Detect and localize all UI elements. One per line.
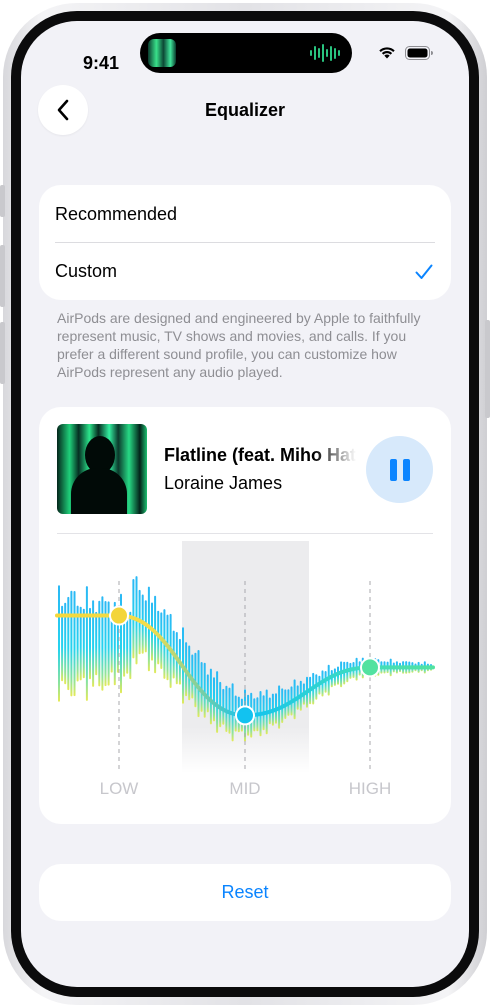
pause-icon xyxy=(387,458,413,481)
spectrum-bar xyxy=(213,677,215,722)
spectrum-bar xyxy=(70,590,73,697)
spectrum-bar xyxy=(110,614,113,673)
waveform-icon xyxy=(310,44,340,62)
album-artwork xyxy=(57,424,147,514)
band-label-mid: MID xyxy=(229,779,261,798)
reset-button[interactable]: Reset xyxy=(39,864,451,921)
spectrum-bar xyxy=(92,600,95,687)
preset-options-card: Recommended Custom xyxy=(39,185,451,300)
divider xyxy=(57,533,433,534)
now-playing-artwork-mini xyxy=(148,39,176,67)
band-label-high: HIGH xyxy=(348,779,392,798)
spectrum-bar xyxy=(85,586,88,701)
option-recommended[interactable]: Recommended xyxy=(39,186,451,243)
screen: 9:41 Equalizer Recommended Custom AirPod… xyxy=(21,21,469,987)
equalizer-description: AirPods are designed and engineered by A… xyxy=(57,310,421,380)
spectrum-bar xyxy=(219,681,222,728)
mid-band-handle[interactable] xyxy=(235,705,255,726)
spectrum-bar xyxy=(216,671,219,733)
spectrum-bar xyxy=(73,591,76,697)
battery-icon xyxy=(405,45,433,60)
track-title: Flatline (feat. Miho Hatori) xyxy=(164,445,356,465)
spectrum-bar xyxy=(209,668,212,725)
low-band-handle[interactable] xyxy=(109,605,129,626)
spectrum-bar xyxy=(82,608,85,679)
spectrum-bar xyxy=(58,585,60,702)
spectrum-bar xyxy=(200,662,203,712)
track-artist: Loraine James xyxy=(164,473,283,493)
side-button xyxy=(485,320,490,418)
spectrum-bar xyxy=(89,607,91,680)
checkmark-icon xyxy=(415,264,433,279)
spectrum-bar xyxy=(222,688,225,725)
high-band-handle[interactable] xyxy=(360,657,380,678)
option-label: Custom xyxy=(55,261,118,281)
volume-up-button xyxy=(0,245,5,307)
status-time: 9:41 xyxy=(83,53,120,73)
spectrum-bar xyxy=(98,600,101,687)
spectrum-bar xyxy=(101,596,104,691)
spectrum-bar xyxy=(67,596,70,691)
spectrum-bar xyxy=(129,611,132,680)
wifi-icon xyxy=(379,47,395,59)
band-label-low: LOW xyxy=(99,779,139,798)
equalizer-graph[interactable] xyxy=(21,541,469,781)
spectrum-bar xyxy=(203,662,206,718)
dynamic-island[interactable] xyxy=(140,33,352,73)
volume-down-button xyxy=(0,322,5,384)
spectrum-bar xyxy=(126,615,129,674)
spectrum-bar xyxy=(95,611,98,676)
option-custom[interactable]: Custom xyxy=(39,243,451,300)
status-icons xyxy=(377,45,433,60)
pause-button[interactable] xyxy=(366,436,433,503)
option-label: Recommended xyxy=(55,204,178,224)
spectrum-bar xyxy=(206,674,209,713)
page-title: Equalizer xyxy=(204,100,286,120)
action-button xyxy=(0,185,5,217)
spectrum-bar xyxy=(79,606,82,681)
